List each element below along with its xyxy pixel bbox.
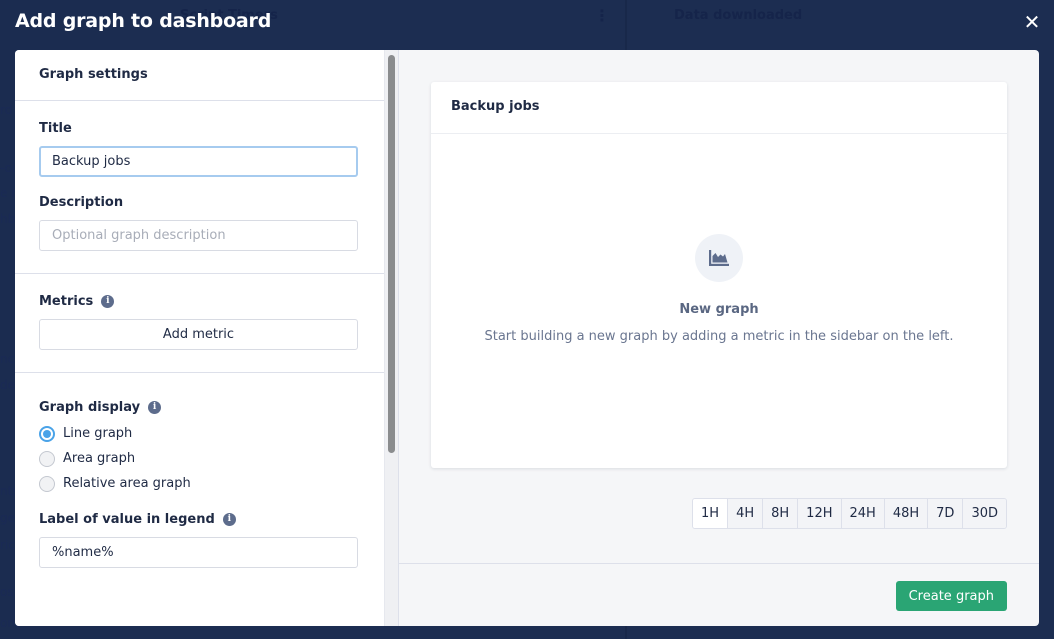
background-fragment: os [0, 585, 14, 599]
legend-label-text: Label of value in legend [39, 512, 215, 527]
time-range-1h[interactable]: 1H [693, 499, 729, 528]
radio-label: Line graph [63, 426, 133, 441]
close-button[interactable]: ✕ [1022, 12, 1042, 32]
time-range-30d[interactable]: 30D [963, 499, 1006, 528]
sidebar-scrollbar[interactable] [384, 50, 398, 626]
background-kebab-icon: ⋮ [594, 6, 610, 25]
title-input[interactable] [39, 146, 358, 177]
modal-body: Graph settings Title Description Metrics… [15, 50, 1039, 626]
time-range-4h[interactable]: 4H [728, 499, 764, 528]
graph-display-label: Graph display i [39, 400, 360, 415]
close-icon: ✕ [1023, 10, 1041, 34]
metrics-section: Metrics i Add metric [15, 274, 384, 373]
description-input[interactable] [39, 220, 358, 251]
graph-preview-area: Backup jobs New graph Start building a n… [399, 50, 1039, 626]
create-graph-button[interactable]: Create graph [895, 581, 1007, 611]
modal-title: Add graph to dashboard [15, 10, 272, 32]
radio-button[interactable] [39, 450, 55, 467]
empty-state-icon-circle [695, 234, 743, 282]
background-tab-data-downloaded: Data downloaded [674, 8, 803, 23]
time-range-7d[interactable]: 7D [928, 499, 964, 528]
radio-label: Relative area graph [63, 476, 191, 491]
graph-preview-card: Backup jobs New graph Start building a n… [431, 82, 1007, 468]
radio-line-graph[interactable]: Line graph [39, 421, 360, 446]
info-icon[interactable]: i [148, 401, 162, 414]
card-title: Backup jobs [431, 82, 1007, 134]
radio-label: Area graph [63, 451, 136, 466]
time-range-48h[interactable]: 48H [884, 499, 929, 528]
sidebar-header: Graph settings [15, 50, 384, 101]
title-label-text: Title [39, 121, 72, 136]
title-description-section: Title Description [15, 101, 384, 274]
legend-label: Label of value in legend i [39, 512, 360, 527]
time-range-24h[interactable]: 24H [841, 499, 885, 528]
background-fragment: e r [0, 186, 17, 200]
background-fragment: de [0, 378, 15, 392]
description-label: Description [39, 195, 360, 210]
area-chart-icon [709, 250, 729, 266]
scrollbar-thumb[interactable] [388, 55, 395, 453]
info-icon[interactable]: i [101, 295, 115, 308]
time-range-selector: 1H 4H 8H 12H 24H 48H 7D 30D [692, 498, 1007, 529]
background-fragment: ge [0, 511, 15, 525]
graph-settings-sidebar: Graph settings Title Description Metrics… [15, 50, 399, 626]
empty-state-title: New graph [679, 302, 759, 317]
radio-button-checked[interactable] [39, 425, 55, 442]
graph-display-section: Graph display i Line graph Area graph Re… [15, 373, 384, 584]
add-metric-button[interactable]: Add metric [39, 319, 358, 350]
background-fragment: nc [0, 352, 15, 366]
empty-state-description: Start building a new graph by adding a m… [484, 329, 954, 344]
radio-area-graph[interactable]: Area graph [39, 446, 360, 471]
background-fragment: rd [0, 103, 13, 117]
modal-footer: Create graph [399, 563, 1039, 626]
radio-button[interactable] [39, 475, 55, 492]
metrics-label-text: Metrics [39, 294, 94, 309]
time-range-12h[interactable]: 12H [798, 499, 842, 528]
background-fragment: -oi [0, 161, 16, 175]
graph-display-label-text: Graph display [39, 400, 141, 415]
legend-label-input[interactable] [39, 537, 358, 568]
radio-relative-area-graph[interactable]: Relative area graph [39, 471, 360, 496]
empty-state: New graph Start building a new graph by … [431, 234, 1007, 344]
description-label-text: Description [39, 195, 124, 210]
info-icon[interactable]: i [222, 513, 236, 526]
metrics-label: Metrics i [39, 294, 360, 309]
time-range-8h[interactable]: 8H [763, 499, 799, 528]
title-label: Title [39, 121, 360, 136]
background-fragment: ric [0, 538, 15, 552]
